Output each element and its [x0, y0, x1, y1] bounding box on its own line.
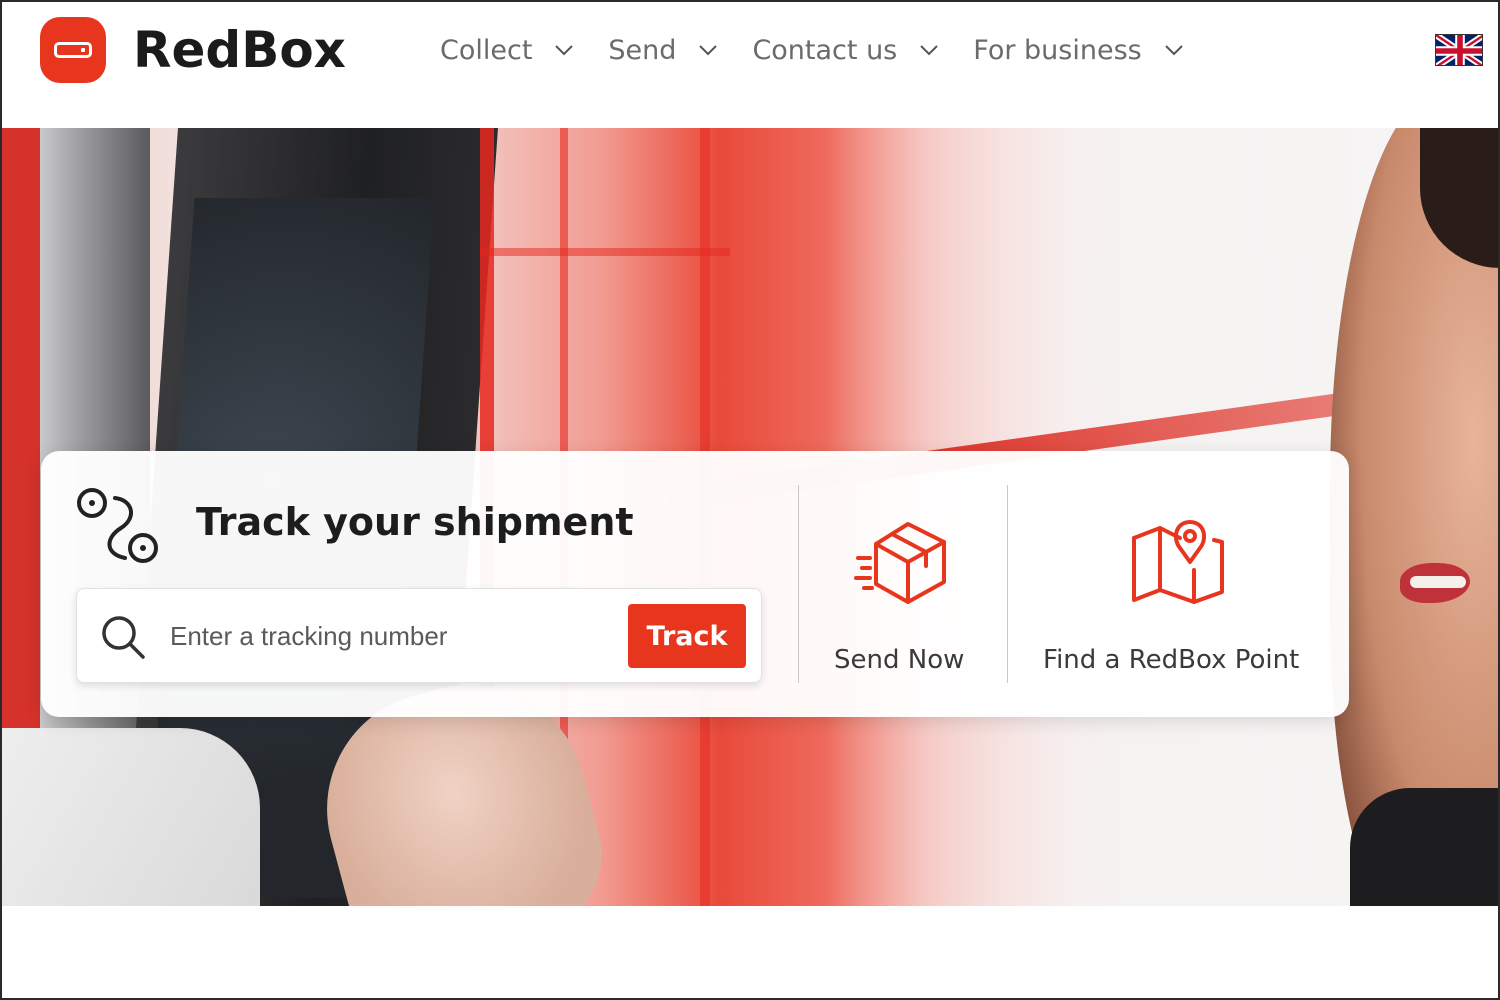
page-footer-area [0, 906, 1500, 1000]
nav-item-contact-us[interactable]: Contact us [752, 30, 939, 70]
divider [1007, 485, 1008, 683]
track-title: Track your shipment [196, 500, 634, 544]
site-header: RedBox Collect Send Contact us For busin… [0, 0, 1500, 128]
chevron-down-icon [555, 45, 574, 56]
search-icon [102, 616, 145, 659]
nav-item-for-business[interactable]: For business [973, 30, 1183, 70]
uk-flag-icon[interactable] [1435, 34, 1483, 66]
nav-item-label: Collect [440, 34, 533, 66]
nav-item-label: Contact us [752, 34, 898, 66]
find-redbox-point-link[interactable]: Find a RedBox Point [1043, 645, 1299, 675]
brand-name[interactable]: RedBox [133, 21, 346, 79]
nav-item-label: Send [608, 34, 677, 66]
divider [798, 485, 799, 683]
nav-item-label: For business [973, 34, 1142, 66]
map-pin-icon[interactable] [1130, 518, 1226, 608]
package-icon[interactable] [852, 518, 952, 608]
redbox-logo-icon[interactable] [40, 17, 106, 83]
nav-item-send[interactable]: Send [608, 30, 718, 70]
send-now-link[interactable]: Send Now [834, 645, 964, 675]
tracking-number-input[interactable] [170, 615, 610, 657]
chevron-down-icon [1164, 45, 1183, 56]
route-icon [77, 488, 158, 563]
track-button[interactable]: Track [628, 604, 746, 668]
chevron-down-icon [920, 45, 938, 56]
chevron-down-icon [699, 45, 718, 56]
nav-item-collect[interactable]: Collect [440, 30, 574, 70]
main-nav: Collect Send Contact us For business [440, 30, 1184, 70]
